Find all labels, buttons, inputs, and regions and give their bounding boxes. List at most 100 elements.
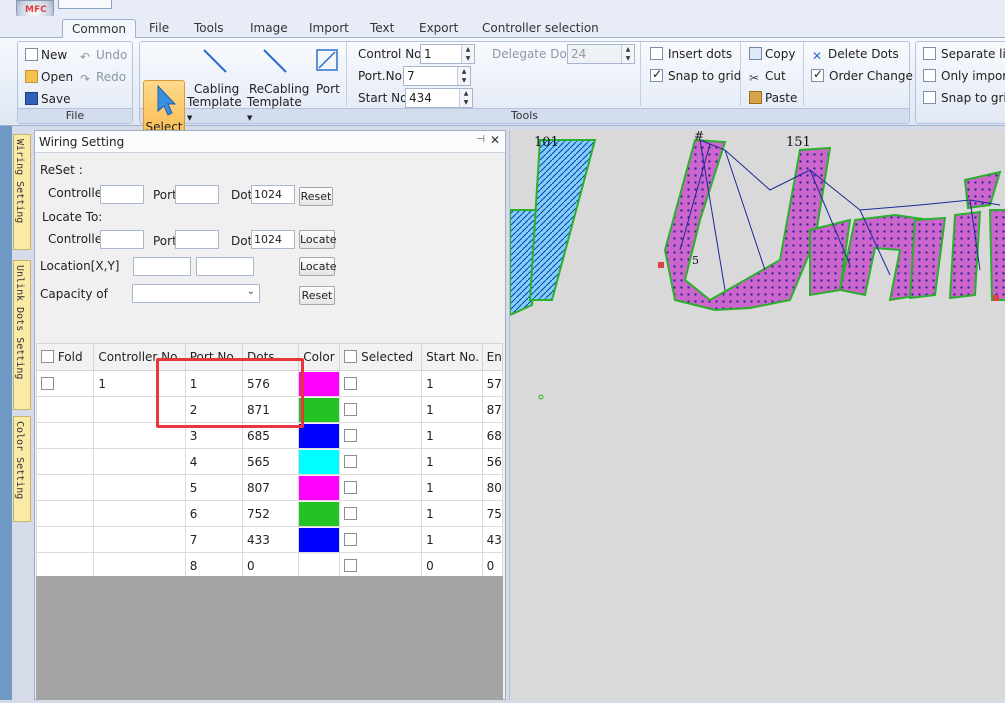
table-row[interactable]: 7 433 1 43 xyxy=(36,526,503,553)
cell-fold[interactable] xyxy=(36,526,95,553)
table-row[interactable]: 4 565 1 56 xyxy=(36,448,503,475)
tab-unlink-dots-setting[interactable]: Unlink Dots Setting xyxy=(13,260,31,410)
cell-color[interactable] xyxy=(298,448,341,475)
spinner-arrows-icon[interactable]: ▲ ▼ xyxy=(459,89,472,107)
reset-controller-input[interactable] xyxy=(100,185,144,204)
col-selected[interactable]: Selected xyxy=(339,343,423,371)
locate-port-input[interactable] xyxy=(175,230,219,249)
save-button[interactable]: Save xyxy=(25,92,70,106)
insert-dots-checkbox[interactable] xyxy=(650,47,663,60)
table-row[interactable]: 8000 xyxy=(36,552,503,576)
cell-selected[interactable] xyxy=(339,526,423,553)
spinner-arrows-icon[interactable]: ▲ ▼ xyxy=(461,45,474,63)
delegate-dots-spinner[interactable]: 24 ▲ ▼ xyxy=(567,44,635,64)
cell-port-no: 8 xyxy=(184,552,244,576)
locate-controller-input[interactable] xyxy=(100,230,144,249)
open-button[interactable]: Open xyxy=(25,70,73,84)
location-y-input[interactable] xyxy=(196,257,254,276)
cell-selected[interactable] xyxy=(339,396,423,423)
cell-selected[interactable] xyxy=(339,448,423,475)
header-checkbox[interactable] xyxy=(41,350,54,363)
selected-checkbox[interactable] xyxy=(344,558,358,572)
only-import-checkbox[interactable] xyxy=(923,69,936,82)
selected-checkbox[interactable] xyxy=(344,402,358,416)
selected-checkbox[interactable] xyxy=(344,376,358,390)
selected-checkbox[interactable] xyxy=(344,532,358,546)
fold-checkbox[interactable] xyxy=(41,376,54,390)
tab-color-setting[interactable]: Color Setting xyxy=(13,416,31,522)
tab-image[interactable]: Image xyxy=(250,19,288,39)
capacity-select[interactable]: ⌄ xyxy=(132,284,260,303)
pin-icon[interactable]: ⊣ xyxy=(476,134,485,145)
cell-color[interactable] xyxy=(298,552,341,576)
cell-color[interactable] xyxy=(298,422,341,449)
reset-button[interactable]: Reset xyxy=(299,187,333,206)
cell-fold[interactable] xyxy=(36,422,95,449)
redo-button[interactable]: ↷ Redo xyxy=(80,70,126,86)
cell-color[interactable] xyxy=(298,526,341,553)
cell-fold[interactable] xyxy=(36,370,95,397)
close-icon[interactable]: ✕ xyxy=(490,133,500,147)
cell-fold[interactable] xyxy=(36,396,95,423)
capacity-reset-button[interactable]: Reset xyxy=(299,286,335,305)
port-button[interactable]: Port xyxy=(313,44,343,106)
tab-export[interactable]: Export xyxy=(419,19,458,39)
new-button[interactable]: New xyxy=(25,48,67,62)
control-no-spinner[interactable]: 1 ▲ ▼ xyxy=(420,44,475,64)
location-locate-button[interactable]: Locate xyxy=(299,257,337,276)
wiring-canvas[interactable]: 101 151 5 # xyxy=(509,129,1005,700)
cut-button[interactable]: ✂ Cut xyxy=(749,69,786,85)
snap-to-grid-2-checkbox[interactable] xyxy=(923,91,936,104)
cell-selected[interactable] xyxy=(339,474,423,501)
spinner-arrows-icon[interactable]: ▲ ▼ xyxy=(457,67,470,85)
recabling-template-button[interactable]: ReCabling Template ▼ xyxy=(246,44,309,122)
cell-selected[interactable] xyxy=(339,370,423,397)
cell-color[interactable] xyxy=(298,370,341,397)
col-start-no[interactable]: Start No. xyxy=(421,343,483,371)
cell-fold[interactable] xyxy=(36,448,95,475)
cabling-template-button[interactable]: Cabling Template ▼ xyxy=(187,44,242,122)
spinner-arrows-icon[interactable]: ▲ ▼ xyxy=(621,45,634,63)
separate-line-checkbox[interactable] xyxy=(923,47,936,60)
order-change-checkbox[interactable] xyxy=(811,67,824,82)
table-row[interactable]: 6 752 1 75 xyxy=(36,500,503,527)
paste-button[interactable]: Paste xyxy=(749,91,797,105)
reset-port-input[interactable] xyxy=(175,185,219,204)
cell-color[interactable] xyxy=(298,396,341,423)
quick-access-toolbar[interactable] xyxy=(58,0,112,9)
port-no-spinner[interactable]: 7 ▲ ▼ xyxy=(403,66,471,86)
snap-to-grid-checkbox[interactable] xyxy=(650,67,663,82)
tab-file[interactable]: File xyxy=(149,19,169,39)
undo-button[interactable]: ↶ Undo xyxy=(80,48,127,64)
cell-fold[interactable] xyxy=(36,552,95,576)
selected-checkbox[interactable] xyxy=(344,454,358,468)
tab-controller-selection[interactable]: Controller selection xyxy=(482,19,599,39)
tab-common[interactable]: Common xyxy=(62,19,136,39)
cell-color[interactable] xyxy=(298,500,341,527)
tab-tools[interactable]: Tools xyxy=(194,19,224,39)
cell-fold[interactable] xyxy=(36,500,95,527)
reset-dot-input[interactable]: 1024 xyxy=(251,185,295,204)
cell-selected[interactable] xyxy=(339,422,423,449)
selected-checkbox[interactable] xyxy=(344,428,358,442)
col-end-no[interactable]: En xyxy=(481,343,503,371)
cell-color[interactable] xyxy=(298,474,341,501)
locate-button[interactable]: Locate xyxy=(299,230,337,249)
location-x-input[interactable] xyxy=(133,257,191,276)
selected-checkbox[interactable] xyxy=(344,506,358,520)
delete-dots-button[interactable]: ✕ Delete Dots xyxy=(812,47,899,63)
tab-import[interactable]: Import xyxy=(309,19,349,39)
start-no-spinner[interactable]: 434 ▲ ▼ xyxy=(405,88,473,108)
table-row[interactable]: 5 807 1 80 xyxy=(36,474,503,501)
cell-selected[interactable] xyxy=(339,500,423,527)
copy-button[interactable]: Copy xyxy=(749,47,795,61)
header-selected-checkbox[interactable] xyxy=(344,350,358,363)
selected-checkbox[interactable] xyxy=(344,480,358,494)
col-color[interactable]: Color xyxy=(298,343,341,371)
tab-wiring-setting[interactable]: Wiring Setting xyxy=(13,134,31,250)
tab-text[interactable]: Text xyxy=(370,19,394,39)
cell-fold[interactable] xyxy=(36,474,95,501)
cell-selected[interactable] xyxy=(339,552,423,576)
col-fold[interactable]: Fold xyxy=(36,343,95,371)
locate-dot-input[interactable]: 1024 xyxy=(251,230,295,249)
